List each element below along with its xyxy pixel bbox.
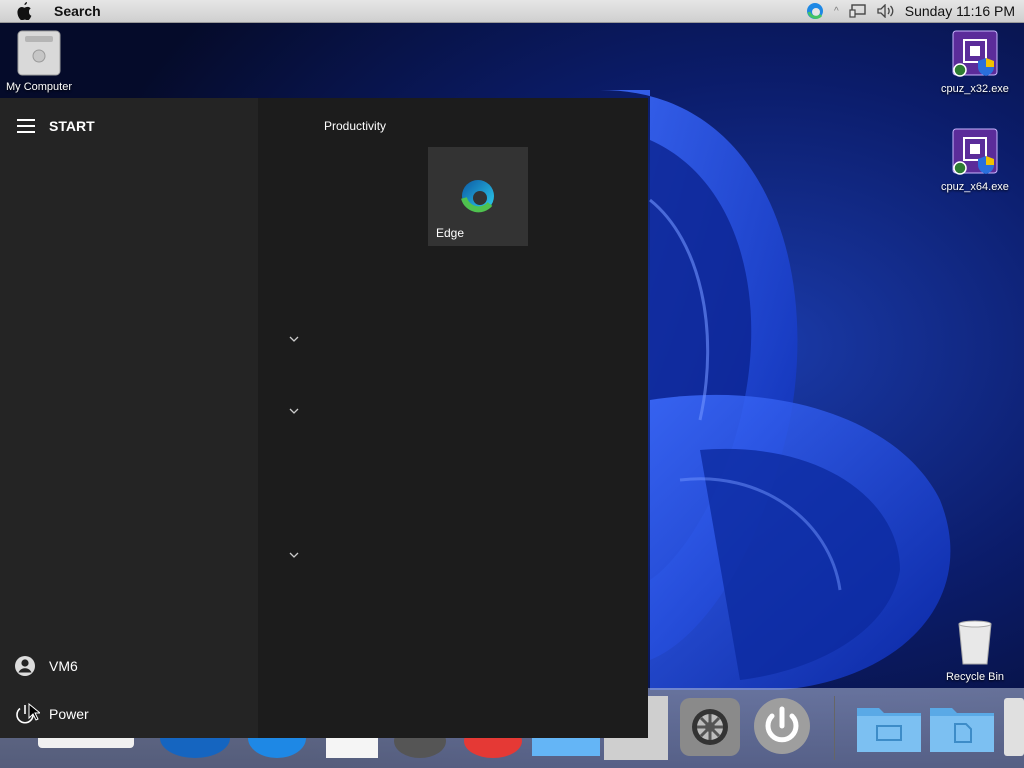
search-menu[interactable]: Search — [54, 3, 101, 19]
network-icon[interactable] — [849, 4, 867, 18]
tile-group-label: Productivity — [324, 119, 387, 133]
apple-icon[interactable] — [16, 2, 38, 20]
system-preferences-dock-item[interactable] — [678, 696, 742, 758]
my-computer-icon[interactable]: My Computer — [0, 30, 84, 93]
cpuz-app-icon — [952, 128, 998, 175]
menubar-tray: ^ Sunday 11:16 PM — [806, 2, 1015, 20]
shutdown-dock-item[interactable] — [752, 696, 812, 756]
cpuz64-icon[interactable]: cpuz_x64.exe — [930, 128, 1020, 193]
top-menu-bar: Search ^ Sunday 11:16 PM — [0, 0, 1024, 23]
trash-dock-item[interactable] — [1004, 698, 1024, 756]
recycle-bin-label: Recycle Bin — [945, 671, 1005, 683]
user-name: VM6 — [49, 658, 78, 674]
chevron-up-icon[interactable]: ^ — [834, 6, 839, 17]
folder-dock-item[interactable] — [855, 700, 923, 754]
gear-icon — [680, 698, 740, 756]
start-menu: START VM6 Power Productivity Edge — [0, 98, 648, 738]
my-computer-label: My Computer — [5, 81, 73, 93]
chevron-down-icon[interactable] — [288, 406, 300, 416]
power-icon — [754, 698, 810, 754]
recycle-bin-icon[interactable]: Recycle Bin — [930, 620, 1020, 683]
dock-separator — [834, 696, 835, 760]
cpuz64-label: cpuz_x64.exe — [941, 181, 1009, 193]
mouse-cursor-icon — [28, 703, 40, 721]
cpuz32-label: cpuz_x32.exe — [941, 83, 1009, 95]
edge-tile[interactable]: Edge — [428, 147, 528, 246]
edge-icon — [461, 180, 494, 213]
cpuz32-icon[interactable]: cpuz_x32.exe — [930, 30, 1020, 95]
trash-icon — [958, 620, 992, 665]
cpuz-app-icon — [952, 30, 998, 77]
hamburger-menu-icon[interactable] — [17, 119, 35, 133]
power-label: Power — [49, 706, 89, 722]
computer-tower-icon — [17, 30, 61, 76]
documents-dock-item[interactable] — [928, 700, 996, 754]
chevron-down-icon[interactable] — [288, 550, 300, 560]
user-account-button[interactable]: VM6 — [14, 650, 244, 682]
user-avatar-icon — [14, 655, 36, 677]
start-tiles-area: Productivity Edge — [258, 98, 648, 738]
chevron-down-icon[interactable] — [288, 334, 300, 344]
start-title: START — [49, 118, 95, 134]
documents-folder-icon — [930, 708, 994, 752]
edge-tile-label: Edge — [436, 226, 465, 240]
folder-icon — [857, 708, 921, 752]
start-menu-sidebar: START VM6 Power — [0, 98, 258, 738]
menubar-clock[interactable]: Sunday 11:16 PM — [905, 3, 1015, 19]
power-button[interactable]: Power — [14, 698, 244, 730]
volume-icon[interactable] — [877, 4, 895, 18]
edge-tray-icon[interactable] — [806, 2, 824, 20]
